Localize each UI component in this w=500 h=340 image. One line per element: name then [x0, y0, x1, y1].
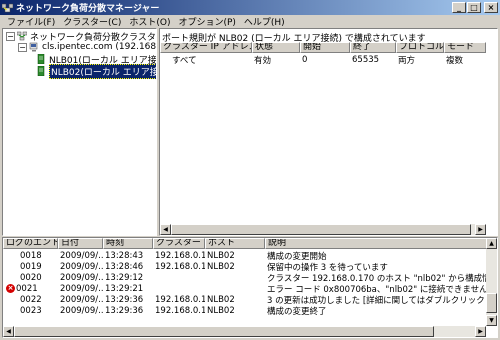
host-icon — [36, 65, 46, 77]
tree-host-label: NLB02(ローカル エリア接続) — [49, 63, 156, 79]
cell-host: NLB02 — [207, 294, 235, 305]
cell-entry: 0018 — [20, 250, 42, 261]
cell-entry: 0023 — [20, 305, 42, 316]
cell-date: 2009/09/... — [60, 305, 103, 316]
scroll-left-button[interactable]: ◀ — [3, 326, 14, 337]
table-row[interactable]: すべて 有効 0 65535 両方 複数 — [160, 54, 486, 66]
log-row[interactable]: 0020 2009/09/... 13:29:12 クラスター 192.168.… — [3, 272, 488, 284]
tree-host-node[interactable]: NLB01(ローカル エリア接続) — [36, 53, 156, 66]
scroll-right-button[interactable]: ▶ — [475, 326, 486, 337]
window-title: ネットワーク負荷分散マネージャー — [16, 4, 160, 14]
cell-mode: 複数 — [446, 55, 464, 66]
scroll-up-button[interactable]: ▲ — [486, 238, 497, 249]
log-vscrollbar[interactable]: ▲ ▼ — [486, 238, 497, 326]
cell-entry: 0021 — [16, 283, 38, 294]
cell-time: 13:29:21 — [105, 283, 144, 294]
port-rules-header: クラスター IP アドレス 状態 開始 終了 プロトコル モード — [160, 42, 486, 53]
col-end[interactable]: 終了 — [350, 42, 396, 53]
col-mode[interactable]: モード — [444, 42, 486, 53]
col-host[interactable]: ホスト — [205, 238, 265, 249]
cell-cluster: 192.168.0.170 — [155, 305, 205, 316]
scroll-right-button[interactable]: ▶ — [475, 224, 486, 235]
cell-cluster: 192.168.0.170 — [155, 250, 205, 261]
maximize-button[interactable]: □ — [467, 2, 481, 13]
cell-date: 2009/09/... — [60, 250, 103, 261]
log-row[interactable]: 0018 2009/09/... 13:28:43 192.168.0.170 … — [3, 250, 488, 262]
cell-state: 有効 — [254, 55, 272, 66]
cell-cluster: 192.168.0.170 — [155, 294, 205, 305]
col-cluster[interactable]: クラスター — [153, 238, 205, 249]
close-button[interactable]: × — [484, 2, 498, 13]
cell-time: 13:29:36 — [105, 294, 144, 305]
error-icon: × — [6, 284, 15, 293]
menu-cluster[interactable]: クラスター(C) — [59, 15, 125, 28]
cell-cluster-ip: すべて — [172, 55, 197, 66]
nlb-root-icon — [16, 31, 28, 41]
col-protocol[interactable]: プロトコル — [396, 42, 444, 53]
cell-date: 2009/09/... — [60, 272, 103, 283]
log-row[interactable]: 0022 2009/09/... 13:29:36 192.168.0.170 … — [3, 294, 488, 306]
log-row[interactable]: 0019 2009/09/... 13:28:46 192.168.0.170 … — [3, 261, 488, 273]
cell-time: 13:28:43 — [105, 250, 144, 261]
cell-time: 13:29:12 — [105, 272, 144, 283]
cell-cluster: 192.168.0.170 — [155, 261, 205, 272]
cluster-tree-pane: − ネットワーク負荷分散クラスター − cls.ipentec.com (192… — [2, 28, 157, 236]
log-header: ログのエントリ 日付 時刻 クラスター ホスト 説明 — [3, 238, 488, 249]
col-cluster-ip[interactable]: クラスター IP アドレス — [160, 42, 252, 53]
ports-hscrollbar[interactable]: ◀ ▶ — [160, 224, 486, 235]
col-start[interactable]: 開始 — [300, 42, 350, 53]
tree-root-node[interactable]: − ネットワーク負荷分散クラスター — [6, 31, 157, 43]
log-pane: ログのエントリ 日付 時刻 クラスター ホスト 説明 0018 2009/09/… — [2, 237, 498, 338]
cell-date: 2009/09/... — [60, 283, 103, 294]
scroll-thumb[interactable] — [171, 224, 471, 235]
col-time[interactable]: 時刻 — [103, 238, 153, 249]
scroll-left-button[interactable]: ◀ — [160, 224, 171, 235]
cell-protocol: 両方 — [398, 55, 416, 66]
tree-host-node-selected[interactable]: NLB02(ローカル エリア接続) — [36, 63, 156, 79]
col-date[interactable]: 日付 — [58, 238, 103, 249]
log-row[interactable]: 0023 2009/09/... 13:29:36 192.168.0.170 … — [3, 305, 488, 317]
cell-entry: 0022 — [20, 294, 42, 305]
cell-entry: 0020 — [20, 272, 42, 283]
menu-file[interactable]: ファイル(F) — [3, 15, 59, 28]
tree-cluster-label: cls.ipentec.com (192.168.0.170) — [42, 42, 157, 52]
collapse-toggle[interactable]: − — [6, 31, 15, 41]
tree-root-label: ネットワーク負荷分散クラスター — [30, 32, 157, 43]
cell-end: 65535 — [352, 54, 380, 65]
host-icon — [36, 53, 46, 65]
network-cluster-icon — [1, 2, 14, 13]
scroll-down-button[interactable]: ▼ — [486, 315, 497, 326]
col-state[interactable]: 状態 — [252, 42, 300, 53]
cell-host: NLB02 — [207, 305, 235, 316]
cell-start: 0 — [302, 54, 308, 65]
port-rules-pane: ポート規則が NLB02 (ローカル エリア接続) で構成されています クラスタ… — [159, 28, 498, 236]
menu-bar: ファイル(F) クラスター(C) ホスト(O) オプション(P) ヘルプ(H) — [0, 15, 500, 28]
cell-time: 13:29:36 — [105, 305, 144, 316]
col-log-entry[interactable]: ログのエントリ — [3, 238, 58, 249]
cell-entry-wrap: × 0021 — [3, 284, 58, 294]
cell-entry: 0019 — [20, 261, 42, 272]
cell-description: 構成の変更終了 — [267, 306, 327, 317]
menu-options[interactable]: オプション(P) — [174, 15, 239, 28]
cell-time: 13:28:46 — [105, 261, 144, 272]
minimize-button[interactable]: _ — [452, 2, 466, 13]
scroll-thumb[interactable] — [14, 326, 434, 337]
menu-help[interactable]: ヘルプ(H) — [240, 15, 289, 28]
title-bar: ネットワーク負荷分散マネージャー _ □ × — [0, 0, 500, 15]
tree-cluster-node[interactable]: − cls.ipentec.com (192.168.0.170) — [18, 42, 157, 52]
cell-date: 2009/09/... — [60, 261, 103, 272]
log-row-error[interactable]: × 0021 2009/09/... 13:29:21 エラー コード 0x80… — [3, 283, 488, 295]
collapse-toggle[interactable]: − — [18, 42, 27, 52]
cell-host: NLB02 — [207, 250, 235, 261]
log-hscrollbar[interactable]: ◀ ▶ — [3, 326, 486, 337]
menu-host[interactable]: ホスト(O) — [125, 15, 174, 28]
cluster-icon — [29, 42, 39, 52]
col-description[interactable]: 説明 — [265, 238, 488, 249]
scroll-thumb[interactable] — [486, 293, 497, 313]
cell-host: NLB02 — [207, 261, 235, 272]
cell-date: 2009/09/... — [60, 294, 103, 305]
